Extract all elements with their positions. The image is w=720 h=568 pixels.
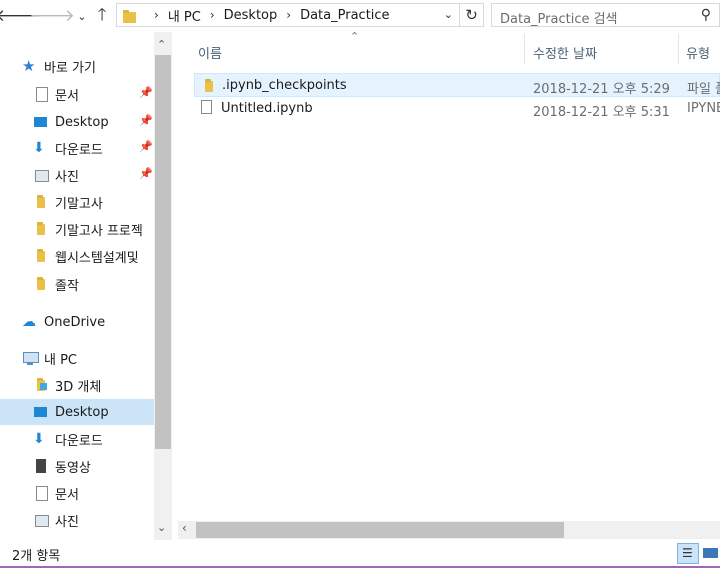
nav-onedrive[interactable]: ☁ OneDrive bbox=[22, 309, 105, 335]
nav-item-desktop[interactable]: Desktop bbox=[33, 109, 109, 135]
column-header-date[interactable]: 수정한 날짜 bbox=[533, 43, 597, 62]
file-date: 2018-12-21 오후 5:29 bbox=[533, 82, 670, 97]
cloud-icon: ☁ bbox=[22, 314, 36, 330]
nav-scrollbar-thumb[interactable] bbox=[155, 55, 171, 449]
nav-item-folder[interactable]: 졸작 bbox=[33, 271, 79, 297]
desktop-icon bbox=[33, 404, 49, 420]
details-view-button[interactable]: ☰ bbox=[677, 543, 699, 564]
nav-item-videos[interactable]: 동영상 bbox=[33, 453, 91, 479]
file-name: Untitled.ipynb bbox=[221, 101, 313, 116]
nav-label: 바로 가기 bbox=[44, 60, 96, 76]
nav-label: 사진 bbox=[55, 514, 79, 530]
file-name: .ipynb_checkpoints bbox=[222, 78, 347, 93]
pin-icon: 📌 bbox=[139, 114, 153, 127]
nav-item-folder[interactable]: 웹시스템설계및 bbox=[33, 243, 139, 269]
nav-item-downloads[interactable]: ⬇ 다운로드 bbox=[33, 135, 103, 161]
horizontal-scrollbar-thumb[interactable] bbox=[196, 522, 564, 538]
nav-item-downloads[interactable]: ⬇ 다운로드 bbox=[33, 426, 103, 452]
nav-item-documents[interactable]: 문서 bbox=[33, 480, 79, 506]
address-bar[interactable]: › 내 PC › Desktop › Data_Practice ⌄ bbox=[116, 3, 460, 27]
pictures-icon bbox=[33, 167, 49, 183]
folder-icon bbox=[33, 248, 49, 264]
pictures-icon bbox=[33, 512, 49, 528]
back-button[interactable]: 🡐 bbox=[0, 4, 41, 28]
details-view-icon: ☰ bbox=[682, 546, 693, 560]
documents-icon bbox=[33, 86, 49, 102]
folder-icon bbox=[123, 10, 136, 23]
refresh-button[interactable]: ↻ bbox=[460, 3, 484, 27]
large-icons-view-button[interactable] bbox=[702, 543, 720, 564]
status-bar: 2개 항목 ☰ bbox=[0, 541, 720, 568]
downloads-icon: ⬇ bbox=[33, 431, 45, 447]
chevron-right-icon[interactable]: › bbox=[286, 8, 291, 22]
nav-item-folder[interactable]: 기말고사 bbox=[33, 189, 103, 215]
scroll-down-icon[interactable]: ⌄ bbox=[157, 521, 166, 534]
folder-icon bbox=[33, 194, 49, 210]
nav-label: 웹시스템설계및 bbox=[55, 250, 139, 266]
address-dropdown-icon[interactable]: ⌄ bbox=[444, 8, 453, 21]
nav-item-3d-objects[interactable]: 3D 개체 bbox=[33, 372, 101, 398]
column-header-type[interactable]: 유형 bbox=[686, 43, 710, 62]
nav-label: 사진 bbox=[55, 169, 79, 185]
file-date: 2018-12-21 오후 5:31 bbox=[533, 105, 670, 120]
documents-icon bbox=[33, 485, 49, 501]
nav-this-pc[interactable]: 내 PC bbox=[22, 345, 77, 371]
nav-item-pictures[interactable]: 사진 bbox=[33, 507, 79, 533]
chevron-right-icon[interactable]: › bbox=[154, 8, 159, 22]
nav-item-desktop-selected[interactable]: Desktop bbox=[0, 399, 154, 425]
desktop-icon bbox=[33, 114, 49, 130]
file-type: 파일 폴 bbox=[687, 82, 720, 97]
videos-icon bbox=[33, 458, 49, 474]
file-row[interactable]: Untitled.ipynb 2018-12-21 오후 5:31 IPYNB bbox=[194, 97, 720, 121]
search-placeholder: Data_Practice 검색 bbox=[500, 12, 618, 27]
up-button[interactable]: 🡑 bbox=[90, 4, 114, 28]
nav-item-documents[interactable]: 문서 bbox=[33, 81, 79, 107]
nav-label: OneDrive bbox=[44, 314, 106, 330]
file-row[interactable]: .ipynb_checkpoints 2018-12-21 오후 5:29 파일… bbox=[194, 73, 720, 97]
item-count: 2개 항목 bbox=[12, 549, 61, 564]
3d-objects-icon bbox=[33, 377, 49, 393]
nav-label: 기말고사 프로젝 bbox=[55, 223, 143, 239]
downloads-icon: ⬇ bbox=[33, 140, 45, 156]
breadcrumb-item[interactable]: Data_Practice bbox=[300, 8, 389, 23]
computer-icon bbox=[22, 350, 39, 366]
nav-label: 다운로드 bbox=[55, 433, 103, 449]
scroll-left-icon[interactable]: ‹ bbox=[182, 521, 187, 535]
nav-label: 문서 bbox=[55, 88, 79, 104]
nav-label: 동영상 bbox=[55, 460, 91, 476]
nav-item-folder[interactable]: 기말고사 프로젝 bbox=[33, 216, 143, 242]
star-icon: ★ bbox=[22, 57, 36, 75]
file-type: IPYNB bbox=[687, 101, 720, 116]
search-input[interactable]: Data_Practice 검색 ⚲ bbox=[491, 3, 720, 27]
nav-label: 내 PC bbox=[44, 352, 78, 368]
column-divider[interactable] bbox=[524, 34, 525, 64]
sort-ascending-icon: ⌃ bbox=[350, 30, 360, 43]
nav-label: 3D 개체 bbox=[55, 379, 102, 395]
file-icon bbox=[201, 100, 212, 114]
nav-label: 졸작 bbox=[55, 278, 79, 294]
column-divider[interactable] bbox=[678, 34, 679, 64]
large-icons-view-icon bbox=[703, 548, 718, 558]
nav-label: 문서 bbox=[55, 487, 79, 503]
breadcrumb-item[interactable]: 내 PC bbox=[168, 6, 201, 25]
folder-icon bbox=[33, 276, 49, 292]
breadcrumb-item[interactable]: Desktop bbox=[224, 8, 278, 23]
nav-quick-access[interactable]: ★ 바로 가기 bbox=[22, 53, 96, 79]
scroll-up-icon[interactable]: ⌃ bbox=[157, 38, 166, 51]
nav-label: 기말고사 bbox=[55, 196, 103, 212]
folder-icon bbox=[33, 221, 49, 237]
nav-label: Desktop bbox=[55, 404, 109, 420]
column-header-name[interactable]: 이름 bbox=[198, 43, 222, 62]
nav-item-pictures[interactable]: 사진 bbox=[33, 162, 79, 188]
chevron-right-icon[interactable]: › bbox=[210, 8, 215, 22]
pin-icon: 📌 bbox=[139, 86, 153, 99]
forward-button[interactable]: 🡒 bbox=[29, 4, 75, 28]
folder-icon bbox=[201, 78, 217, 94]
pin-icon: 📌 bbox=[139, 140, 153, 153]
pin-icon: 📌 bbox=[139, 167, 153, 180]
nav-label: Desktop bbox=[55, 114, 109, 130]
search-icon[interactable]: ⚲ bbox=[701, 7, 711, 23]
breadcrumb: › 내 PC › Desktop › Data_Practice bbox=[145, 4, 390, 26]
nav-label: 다운로드 bbox=[55, 142, 103, 158]
